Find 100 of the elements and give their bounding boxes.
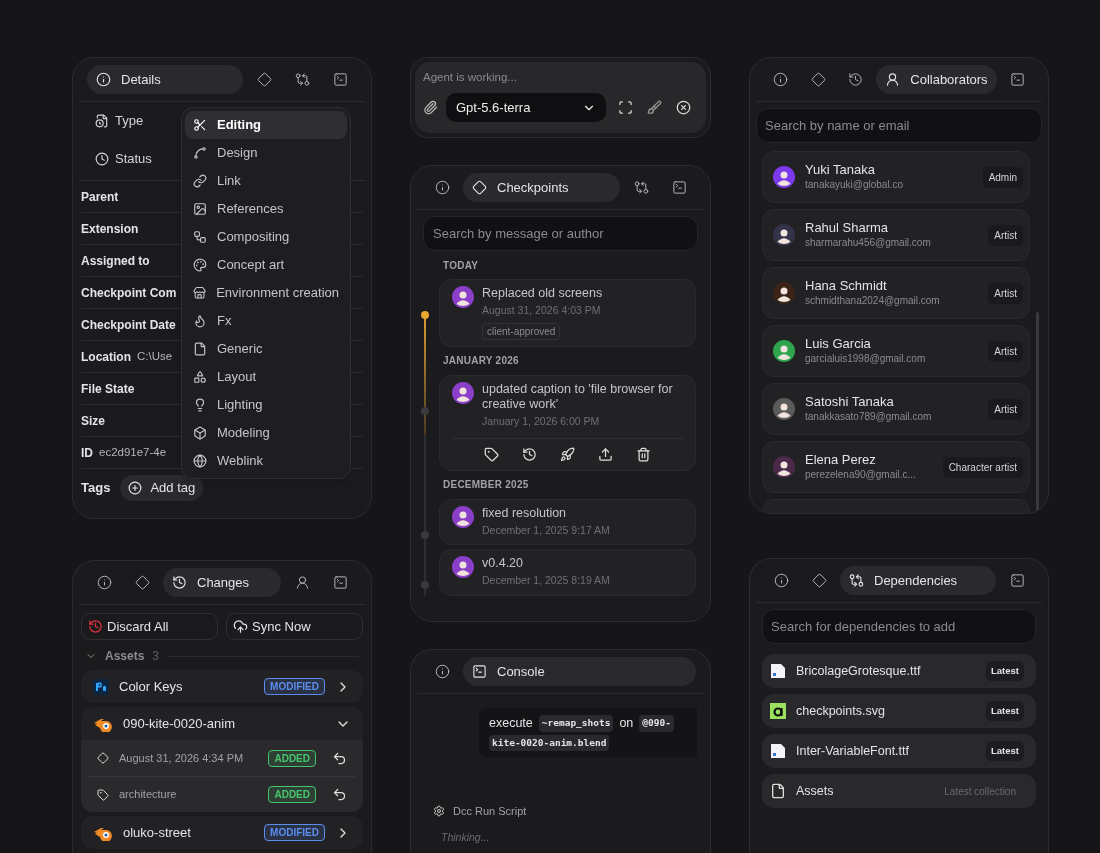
trash-icon[interactable] — [636, 446, 652, 462]
group-label: TODAY — [442, 258, 480, 273]
history-icon[interactable] — [521, 446, 537, 462]
close-icon[interactable] — [676, 100, 691, 115]
panel-tab[interactable]: Checkpoints — [463, 173, 620, 202]
link-icon — [193, 174, 207, 188]
rocket-icon[interactable] — [559, 446, 575, 462]
row-label: Tags — [81, 479, 111, 498]
diamond-icon — [811, 573, 827, 588]
collaborator-card[interactable]: Yuki Tanaka tanakayuki@global.co Admin — [762, 151, 1030, 203]
panel-tab[interactable]: Changes — [163, 568, 281, 597]
brush-icon[interactable] — [647, 100, 662, 115]
collaborator-card[interactable]: Elena Perez perezelena90@gmail.c... Character artist — [762, 441, 1030, 493]
checkpoint-card[interactable]: v0.4.20 December 1, 2025 8:19 AM — [439, 549, 696, 596]
undo-icon[interactable] — [332, 750, 347, 766]
sync-now-button[interactable]: Sync Now — [226, 613, 363, 640]
workflow-icon — [193, 230, 207, 244]
search-field[interactable]: Search by message or author — [423, 216, 698, 251]
collaborator-email: tanakayuki@global.co — [805, 178, 903, 192]
collaborator-card[interactable]: Luis Garcia garcialuis1998@gmail.com Artist — [762, 325, 1030, 377]
message-text: on — [619, 715, 634, 732]
panel-tab[interactable]: Dependencies — [840, 566, 996, 595]
info-icon — [96, 575, 112, 590]
search-field[interactable]: Search for dependencies to add — [762, 609, 1036, 644]
dependency-item[interactable]: Inter-VariableFont.ttf Latest — [762, 734, 1036, 768]
field-label: Type — [115, 112, 144, 131]
row-label: Location — [81, 348, 131, 366]
status-badge: ADDED — [268, 786, 316, 803]
dependency-item[interactable]: checkpoints.svg Latest — [762, 694, 1036, 728]
model-select[interactable]: Gpt-5.6-terra — [446, 93, 606, 122]
checkpoint-card[interactable]: Replaced old screens August 31, 2026 4:03 PM client-approved — [439, 279, 696, 347]
menu-item[interactable]: Compositing — [185, 223, 347, 251]
checkpoint-card[interactable]: fixed resolution December 1, 2025 9:17 AM — [439, 498, 696, 546]
terminal-icon — [1009, 72, 1025, 87]
row-label: Checkpoint Com — [81, 284, 177, 302]
menu-item[interactable]: Design — [185, 139, 347, 167]
checkpoint-card[interactable]: updated caption to 'file browser for creative work' January 1, 2026 6:00 PM — [439, 374, 696, 471]
section-count: 3 — [152, 648, 160, 665]
asset-name: Color Keys — [119, 677, 184, 696]
fullscreen-icon[interactable] — [618, 100, 633, 115]
panel-tab[interactable]: Console — [463, 657, 696, 686]
status-badge: MODIFIED — [264, 678, 325, 695]
role-badge: Artist — [988, 340, 1023, 362]
palette-icon — [193, 258, 207, 272]
avatar — [452, 381, 474, 404]
role-badge: Admin — [982, 166, 1023, 188]
version-label: Latest — [986, 740, 1024, 762]
file-clock-icon — [95, 114, 109, 128]
panel-tab[interactable]: Details — [87, 65, 243, 94]
menu-item[interactable]: Environment creation — [185, 279, 347, 307]
gear-icon — [433, 805, 445, 818]
collaborator-name: Satoshi Tanaka — [805, 394, 894, 410]
dependency-item[interactable]: Assets Latest collection — [762, 774, 1036, 808]
panel-tab[interactable]: Collaborators — [876, 65, 997, 94]
tag-icon[interactable] — [483, 446, 499, 462]
collaborator-card[interactable]: Satoshi Tanaka tanakkasato789@gmail.com Artist — [762, 383, 1030, 435]
group-label: JANUARY 2026 — [442, 354, 520, 369]
menu-item[interactable]: Modeling — [185, 419, 347, 447]
upload-icon[interactable] — [598, 446, 614, 462]
group-label: DECEMBER 2025 — [442, 478, 530, 492]
asset-name: oluko-street — [123, 823, 192, 842]
menu-item[interactable]: Fx — [185, 307, 347, 335]
menu-item[interactable]: Link — [185, 167, 347, 195]
undo-icon[interactable] — [332, 787, 347, 802]
menu-item[interactable]: Lighting — [185, 391, 347, 419]
lightbulb-icon — [193, 398, 207, 412]
compare-arrows-icon — [849, 573, 864, 588]
row-label: ID — [81, 444, 93, 462]
change-label: architecture — [119, 787, 178, 803]
font-file-icon — [770, 663, 786, 679]
agent-prompt-field[interactable]: Agent is working... Gpt-5.6-terra — [415, 62, 706, 133]
row-label: Extension — [81, 220, 139, 238]
cloud-upload-icon — [233, 619, 248, 634]
paperclip-icon[interactable] — [423, 100, 438, 115]
info-icon — [773, 72, 789, 87]
menu-item[interactable]: Concept art — [185, 251, 347, 279]
dependency-item[interactable]: BricolageGrotesque.ttf Latest — [762, 654, 1036, 688]
discard-all-button[interactable]: Discard All — [81, 613, 218, 640]
menu-item[interactable]: Generic — [185, 335, 347, 363]
search-field[interactable]: Search by name or email — [756, 108, 1042, 143]
terminal-icon — [332, 72, 348, 87]
checkpoint-message: v0.4.20 — [482, 556, 524, 572]
compare-arrows-icon — [294, 72, 310, 87]
collaborator-card[interactable]: Hana Schmidt schmidthana2024@gmail.com Artist — [762, 267, 1030, 319]
menu-item[interactable]: Layout — [185, 363, 347, 391]
image-icon — [193, 202, 207, 216]
tag-icon — [97, 788, 109, 801]
change-label: August 31, 2026 4:34 PM — [119, 750, 245, 766]
row-label: Parent — [81, 188, 119, 206]
menu-item[interactable]: References — [185, 195, 347, 223]
avatar — [452, 556, 474, 579]
collaborator-card[interactable]: Rahul Sharma sharmarahu456@gmail.com Artist — [762, 209, 1030, 261]
row-label: Checkpoint Date — [81, 316, 176, 334]
add-tag-button[interactable]: Add tag — [120, 475, 204, 501]
row-label: File State — [81, 380, 135, 398]
clock-icon — [95, 152, 109, 166]
shapes-icon — [193, 370, 207, 384]
menu-item[interactable]: Weblink — [185, 447, 347, 475]
menu-item[interactable]: Editing — [185, 111, 347, 139]
checkpoint-message: fixed resolution — [482, 505, 568, 521]
